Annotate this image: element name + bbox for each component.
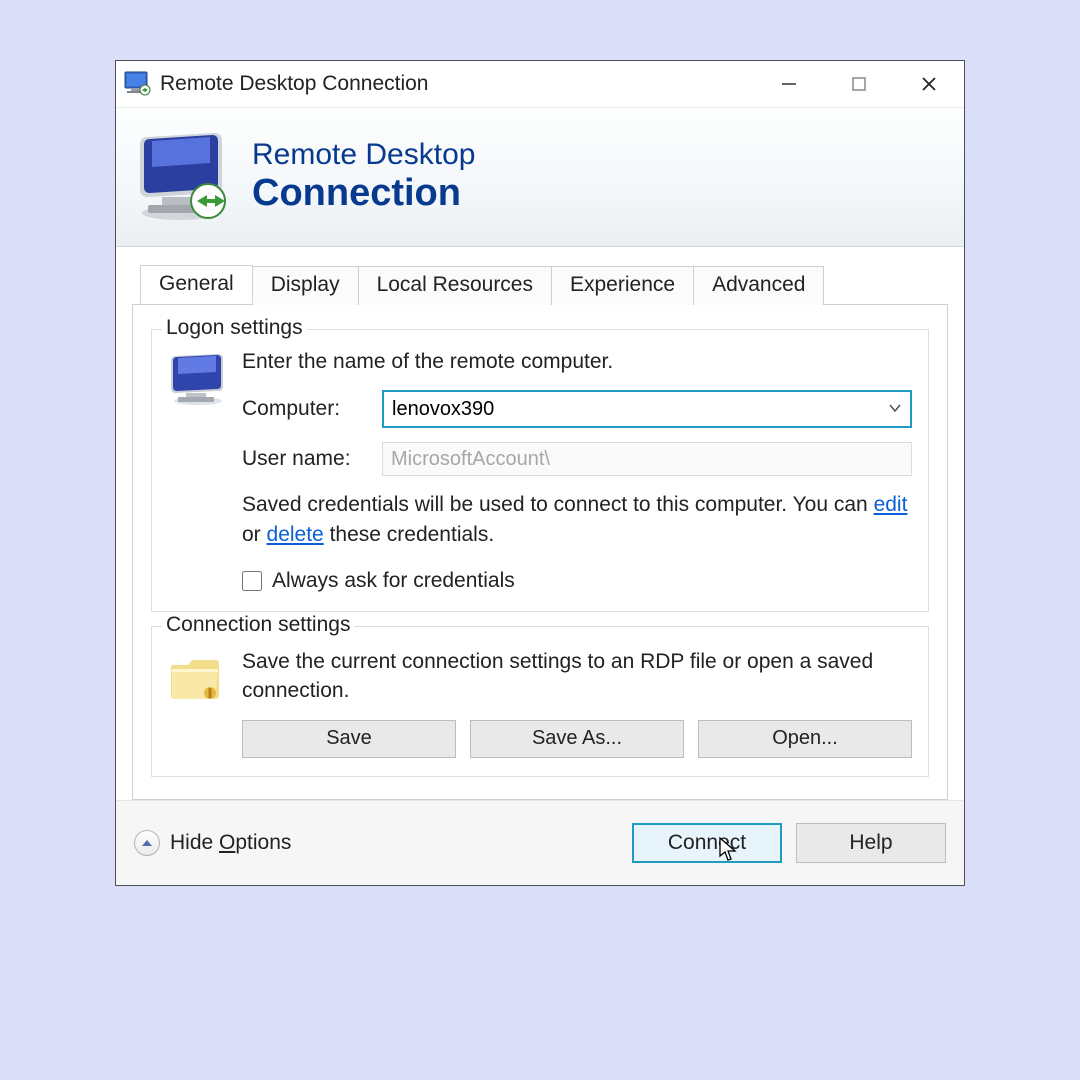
open-button[interactable]: Open... [698, 720, 912, 758]
delete-credentials-link[interactable]: delete [267, 523, 324, 546]
logon-instruction: Enter the name of the remote computer. [242, 350, 912, 374]
credentials-text: Saved credentials will be used to connec… [242, 490, 912, 551]
computer-icon [168, 350, 242, 593]
fieldset-connection-settings: Connection settings Save the current con… [151, 626, 929, 777]
window-title: Remote Desktop Connection [160, 72, 428, 96]
maximize-button[interactable] [824, 61, 894, 107]
always-ask-checkbox[interactable] [242, 571, 262, 591]
tab-experience[interactable]: Experience [552, 266, 694, 305]
fieldset-logon-settings: Logon settings Enter the name of the rem… [151, 329, 929, 612]
collapse-arrow-icon [134, 830, 160, 856]
hide-options-label: Hide Options [170, 831, 291, 855]
banner-line2: Connection [252, 174, 475, 212]
help-button[interactable]: Help [796, 823, 946, 863]
computer-combobox[interactable] [382, 390, 912, 428]
folder-icon [168, 647, 242, 758]
rdc-window: Remote Desktop Connection R [115, 60, 965, 886]
connect-button[interactable]: Connect [632, 823, 782, 863]
banner-line1: Remote Desktop [252, 138, 475, 172]
minimize-button[interactable] [754, 61, 824, 107]
edit-credentials-link[interactable]: edit [874, 493, 908, 516]
rdc-small-icon [124, 71, 154, 97]
computer-label: Computer: [242, 397, 382, 421]
always-ask-row[interactable]: Always ask for credentials [242, 569, 912, 593]
always-ask-label: Always ask for credentials [272, 569, 515, 593]
titlebar: Remote Desktop Connection [116, 61, 964, 107]
rdc-large-icon [134, 127, 234, 223]
banner: Remote Desktop Connection [116, 107, 964, 247]
save-button[interactable]: Save [242, 720, 456, 758]
hide-options-button[interactable]: Hide Options [134, 830, 632, 856]
tab-panel-general: Logon settings Enter the name of the rem… [132, 305, 948, 800]
tab-general[interactable]: General [140, 265, 253, 304]
logon-legend: Logon settings [162, 316, 307, 340]
bottom-bar: Hide Options Connect Help [116, 800, 964, 885]
tabs-row: General Display Local Resources Experien… [116, 247, 964, 305]
username-field: MicrosoftAccount\ [382, 442, 912, 476]
connection-legend: Connection settings [162, 613, 354, 637]
connection-desc: Save the current connection settings to … [242, 647, 912, 706]
save-as-button[interactable]: Save As... [470, 720, 684, 758]
username-label: User name: [242, 447, 382, 471]
tab-local-resources[interactable]: Local Resources [359, 266, 552, 305]
chevron-down-icon[interactable] [888, 397, 902, 421]
computer-input[interactable] [392, 398, 888, 421]
close-button[interactable] [894, 61, 964, 107]
tab-display[interactable]: Display [253, 266, 359, 305]
tab-advanced[interactable]: Advanced [694, 266, 824, 305]
cursor-icon [718, 836, 738, 862]
